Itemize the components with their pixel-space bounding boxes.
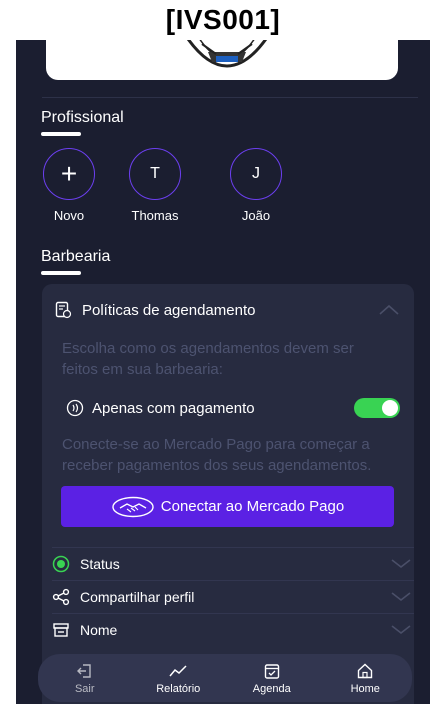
- professional-name: Thomas: [131, 208, 179, 223]
- logout-icon: [76, 663, 91, 678]
- nav-label: Agenda: [252, 682, 291, 695]
- store-icon: [53, 623, 69, 637]
- payment-toggle-label: Apenas com pagamento: [92, 399, 255, 417]
- accordion-nome[interactable]: Nome: [52, 613, 414, 646]
- payment-signal-icon: [66, 399, 84, 417]
- home-icon: [358, 663, 373, 678]
- status-icon: [52, 555, 70, 573]
- chevron-down-icon[interactable]: [390, 556, 412, 570]
- accordion-status[interactable]: Status: [52, 547, 414, 580]
- app-screen: Profissional + Novo T Thomas J João Barb…: [16, 40, 430, 704]
- barbershop-logo-card: [46, 40, 398, 80]
- share-icon: [52, 588, 70, 606]
- toggle-knob: [382, 400, 398, 416]
- politicas-description: Escolha como os agendamentos devem ser f…: [62, 340, 354, 378]
- payment-toggle-row: Apenas com pagamento: [66, 396, 400, 420]
- top-divider: [42, 97, 418, 98]
- nav-relatorio[interactable]: Relatório: [143, 662, 213, 695]
- professional-item-thomas[interactable]: T Thomas: [125, 148, 185, 223]
- nav-label: Sair: [74, 682, 95, 695]
- section-underline: [41, 271, 81, 275]
- policy-document-icon: [55, 301, 72, 319]
- chevron-down-icon[interactable]: [390, 589, 412, 603]
- professional-name: Novo: [53, 208, 85, 223]
- professional-item-novo[interactable]: + Novo: [39, 148, 99, 223]
- bottom-navigation: Sair Relatório Agenda Home: [38, 654, 412, 702]
- professional-avatar[interactable]: J: [230, 148, 282, 200]
- nav-label: Relatório: [156, 682, 201, 695]
- professional-item-joao[interactable]: J João: [226, 148, 286, 223]
- connect-button-label: Conectar ao Mercado Pago: [160, 498, 345, 515]
- chevron-down-icon[interactable]: [390, 622, 412, 636]
- nav-home[interactable]: Home: [330, 662, 400, 695]
- chevron-up-icon[interactable]: [378, 302, 400, 316]
- politicas-title: Políticas de agendamento: [82, 301, 256, 319]
- nav-sair[interactable]: Sair: [50, 662, 120, 695]
- payment-toggle[interactable]: [354, 398, 400, 418]
- calendar-icon: [264, 663, 279, 679]
- nav-label: Home: [350, 682, 380, 695]
- handshake-icon: [112, 496, 154, 517]
- connect-mercado-pago-button[interactable]: Conectar ao Mercado Pago: [61, 486, 394, 527]
- professional-name: João: [241, 208, 271, 223]
- barbershop-logo: [187, 40, 267, 68]
- barbearia-panel: Políticas de agendamento Escolha como os…: [42, 284, 414, 704]
- accordion-label: Compartilhar perfil: [80, 589, 195, 605]
- screenshot-watermark: [IVS001]: [165, 4, 281, 35]
- accordion-compartilhar[interactable]: Compartilhar perfil: [52, 580, 414, 613]
- section-title-profissional: Profissional: [41, 109, 124, 126]
- section-title-barbearia: Barbearia: [41, 248, 111, 265]
- section-underline: [41, 132, 81, 136]
- chart-icon: [169, 664, 187, 676]
- mercado-pago-description: Conecte-se ao Mercado Pago para começar …: [62, 436, 372, 474]
- add-professional-button[interactable]: +: [43, 148, 95, 200]
- professional-avatar[interactable]: T: [129, 148, 181, 200]
- accordion-label: Status: [80, 556, 120, 572]
- nav-agenda[interactable]: Agenda: [237, 662, 307, 695]
- politicas-header[interactable]: Políticas de agendamento: [54, 298, 402, 322]
- accordion-label: Nome: [80, 622, 118, 638]
